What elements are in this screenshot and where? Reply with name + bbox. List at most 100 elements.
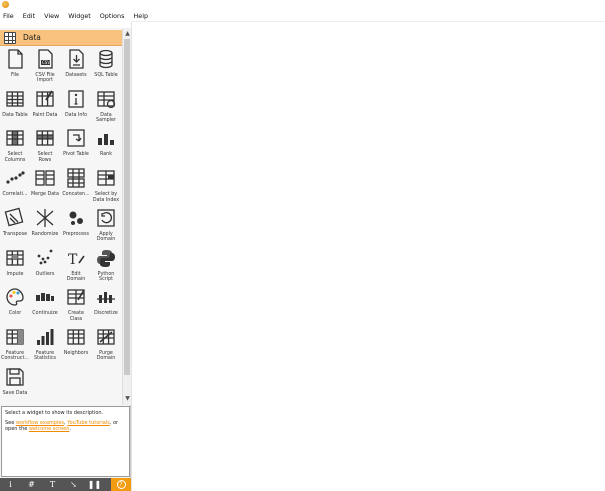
category-header-data[interactable]: Data [0,30,122,46]
widget-table[interactable]: Data Table [0,88,30,128]
neighbors-icon [61,326,91,348]
pause-button[interactable]: ❚❚ [84,478,105,491]
widget-label: Rank [100,152,112,158]
widget-label: Datasets [65,73,87,78]
python-icon [91,247,121,269]
widget-csv-file[interactable]: CSV CSV File Import [30,48,60,88]
widget-label: Select by Data Index [92,192,120,203]
widget-transpose[interactable]: Transpose [0,207,30,247]
save-icon [0,366,30,388]
widget-label: Apply Domain [96,231,116,243]
widget-label: Select Columns [4,152,26,163]
database-icon [91,48,121,70]
welcome-screen-link[interactable]: welcome screen [29,426,70,432]
table-icon [0,88,30,110]
menu-view[interactable]: View [44,10,59,22]
outliers-icon [30,247,60,269]
widget-label: Neighbors [63,350,89,356]
widget-discretize[interactable]: Discretize [91,286,121,326]
widget-save[interactable]: Save Data [0,366,30,405]
select-rows-icon [30,127,60,149]
widget-select-by-index[interactable]: Select by Data Index [91,167,121,207]
description-help: See workflow examples, YouTube tutorials… [5,420,126,432]
widget-label: Feature Construct... [1,350,29,362]
widget-sampler[interactable]: Data Sampler [91,88,121,128]
randomize-icon [30,207,60,229]
widget-outliers[interactable]: Outliers [30,247,60,287]
widget-edit-domain[interactable]: T Edit Domain [61,247,91,287]
widget-merge-data[interactable]: Merge Data [30,167,60,207]
widget-palette[interactable]: Color [0,286,30,326]
widget-datasets[interactable]: Datasets [61,48,91,88]
widget-correlations[interactable]: Correlati... [0,167,30,207]
arrow-icon: ↘ [70,480,77,489]
widget-create-class[interactable]: Create Class [61,286,91,326]
menu-options[interactable]: Options [100,10,125,22]
info-button[interactable]: i [0,478,21,491]
help-button[interactable]: ? [111,478,131,491]
widget-neighbors[interactable]: Neighbors [61,326,91,366]
menu-edit[interactable]: Edit [23,10,35,22]
widget-database[interactable]: SQL Table [91,48,121,88]
widget-label: Data Info [64,112,88,118]
svg-text:CSV: CSV [42,60,50,65]
arrow-annotation-button[interactable]: ↘ [63,478,84,491]
scroll-down-icon[interactable]: ▼ [124,395,131,402]
menu-widget[interactable]: Widget [68,10,91,22]
widget-continuize[interactable]: Continuize [30,286,60,326]
widget-label: Transpose [2,231,28,237]
menu-file[interactable]: File [3,10,14,22]
widget-label: File [10,73,20,78]
dock-toolbar: i # T ↘ ❚❚ ? [0,478,131,491]
widget-info[interactable]: Data Info [61,88,91,128]
scroll-thumb[interactable] [124,39,130,375]
widget-file[interactable]: File [0,48,30,88]
widget-feature-statistics[interactable]: Feature Statistics [30,326,60,366]
file-icon [0,48,30,70]
widget-feature-constructor[interactable]: Feature Construct... [0,326,30,366]
text-annotation-button[interactable]: T [42,478,63,491]
widget-rank[interactable]: Rank [91,127,121,167]
widget-impute[interactable]: Impute [0,247,30,287]
widget-concatenate[interactable]: Concaten... [61,167,91,207]
widget-toolbox: Data File CSV CSV File Import Datasets SQL T… [0,28,122,405]
widget-apply-domain[interactable]: Apply Domain [91,207,121,247]
help-icon: ? [116,480,126,489]
widget-label: Feature Statistics [34,350,56,362]
description-text: Select a widget to show its description. [5,410,104,416]
widget-label: Concaten... [62,192,90,198]
widget-randomize[interactable]: Randomize [30,207,60,247]
widget-label: Randomize [31,231,59,237]
feature-statistics-icon [30,326,60,348]
toolbox-scrollbar[interactable]: ▲ ▼ [122,28,131,405]
widget-python[interactable]: Python Script [91,247,121,287]
widget-label: Continuize [32,311,58,317]
widget-label: Purge Domain [96,350,116,362]
datasets-icon [61,48,91,70]
widget-label: Impute [6,271,24,277]
widget-label: SQL Table [94,73,118,78]
widget-purge-domain[interactable]: Purge Domain [91,326,121,366]
pause-icon: ❚❚ [87,480,102,489]
grid-button[interactable]: # [21,478,42,491]
widget-select-rows[interactable]: Select Rows [30,127,60,167]
widget-select-columns[interactable]: Select Columns [0,127,30,167]
concatenate-icon [61,167,91,189]
youtube-tutorials-link[interactable]: YouTube tutorials [67,420,110,426]
create-class-icon [61,286,91,308]
text-icon: T [49,480,56,489]
apply-domain-icon [91,207,121,229]
transpose-icon [0,207,30,229]
widget-preprocess[interactable]: Preprocess [61,207,91,247]
widget-label: Data Table [2,112,28,118]
workflow-canvas[interactable] [131,21,605,491]
scroll-up-icon[interactable]: ▲ [124,30,131,37]
widget-pivot-table[interactable]: Pivot Table [61,127,91,167]
pivot-table-icon [61,127,91,149]
help-text-end: . [69,426,71,432]
select-by-index-icon [91,167,121,189]
info-icon [61,88,91,110]
svg-text:T: T [68,252,78,268]
sampler-icon [91,88,121,110]
widget-paint-data[interactable]: Paint Data [30,88,60,128]
